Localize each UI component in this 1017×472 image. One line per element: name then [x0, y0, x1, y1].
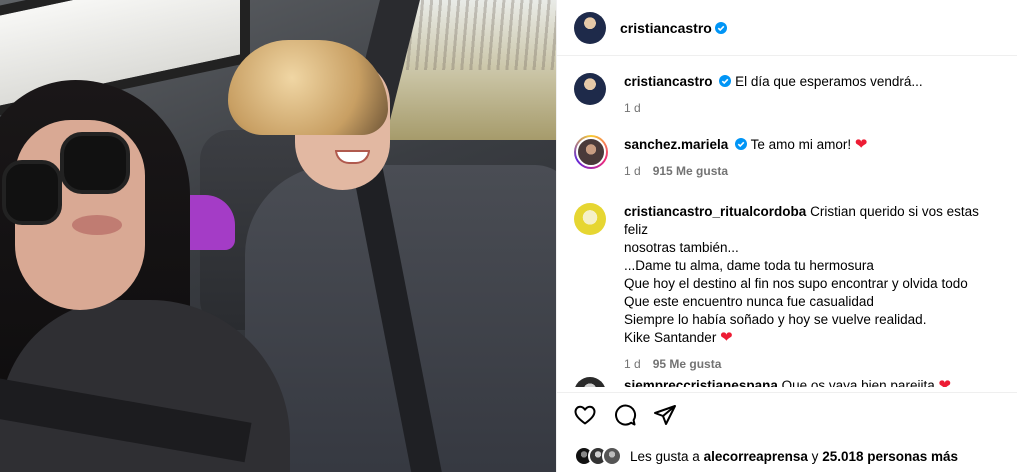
liked-by-row[interactable]: Les gusta a alecorreaprensa y 25.018 per… [574, 446, 958, 466]
author-username[interactable]: cristiancastro [620, 20, 712, 36]
comment-username[interactable]: cristiancastro_ritualcordoba [624, 204, 806, 219]
author-avatar[interactable] [574, 11, 606, 44]
comment-meta: 1 d [624, 99, 923, 117]
heart-outline-icon[interactable] [573, 403, 597, 427]
comment-line: ...Dame tu alma, dame toda tu hermosura [624, 258, 874, 273]
comment-meta: 1 d 95 Me gusta [624, 355, 1004, 373]
liked-by-user[interactable]: alecorreaprensa [704, 449, 808, 464]
heart-emoji-icon: ❤ [720, 329, 733, 346]
comment-line: nosotras también... [624, 240, 739, 255]
comment-item: cristiancastro_ritualcordoba Cristian qu… [574, 203, 1004, 373]
verified-badge-icon [714, 21, 727, 34]
comment-bubble-icon[interactable] [613, 403, 637, 427]
comment-meta: 1 d 915 Me gusta [624, 162, 867, 180]
comment-text: El día que esperamos vendrá... [735, 74, 923, 89]
instagram-post-viewer: cristiancastro cristiancastro El día que… [0, 0, 1017, 472]
liker-avatar [602, 446, 622, 466]
post-photo[interactable] [0, 0, 556, 472]
comment-username[interactable]: cristiancastro [624, 74, 713, 89]
sunglasses-right-lens [60, 132, 130, 194]
post-actions [573, 403, 677, 427]
comments-list[interactable]: cristiancastro El día que esperamos vend… [557, 57, 1017, 387]
caption-comment: cristiancastro El día que esperamos vend… [574, 73, 1004, 117]
post-details-panel: cristiancastro cristiancastro El día que… [556, 0, 1017, 472]
liked-by-middle: y [811, 448, 819, 464]
liked-by-prefix: Les gusta a [630, 448, 700, 464]
story-ring-avatar[interactable] [574, 135, 608, 169]
divider [557, 392, 1017, 393]
avatar[interactable] [574, 377, 606, 387]
heart-emoji-icon: ❤ [854, 136, 868, 153]
comment-item: sanchez.mariela Te amo mi amor! ❤ 1 d 915… [574, 135, 1004, 180]
paper-plane-icon[interactable] [653, 403, 677, 427]
comment-line: Que hoy el destino al fin nos supo encon… [624, 276, 968, 291]
comment-time[interactable]: 1 d [624, 357, 641, 371]
comment-username[interactable]: siempreccristianespana [624, 378, 778, 387]
comment-time[interactable]: 1 d [624, 101, 641, 115]
liked-by-text: Les gusta a alecorreaprensa y 25.018 per… [630, 449, 958, 464]
comment-username[interactable]: sanchez.mariela [624, 137, 728, 152]
avatar[interactable] [574, 73, 606, 105]
comment-line: Que este encuentro nunca fue casualidad [624, 294, 874, 309]
avatar[interactable] [574, 203, 606, 235]
comment-likes[interactable]: 915 Me gusta [653, 164, 728, 178]
comment-item: siempreccristianespana Que os vaya bien … [574, 377, 1004, 387]
comment-likes[interactable]: 95 Me gusta [653, 357, 722, 371]
post-header: cristiancastro [557, 0, 1017, 56]
verified-badge-icon [719, 75, 732, 87]
likes-count[interactable]: 25.018 personas más [822, 449, 958, 464]
comment-line: Siempre lo había soñado y hoy se vuelve … [624, 312, 927, 327]
heart-emoji-icon: ❤ [938, 377, 952, 387]
woman-lips [72, 215, 122, 235]
sunglasses-left-lens [2, 160, 62, 225]
comment-line: Kike Santander [624, 330, 721, 345]
verified-badge-icon [735, 138, 748, 150]
comment-text: Te amo mi amor! [750, 137, 855, 152]
man-hair [228, 40, 388, 135]
comment-text: Que os vaya bien pareiita [781, 378, 939, 387]
comment-time[interactable]: 1 d [624, 164, 641, 178]
